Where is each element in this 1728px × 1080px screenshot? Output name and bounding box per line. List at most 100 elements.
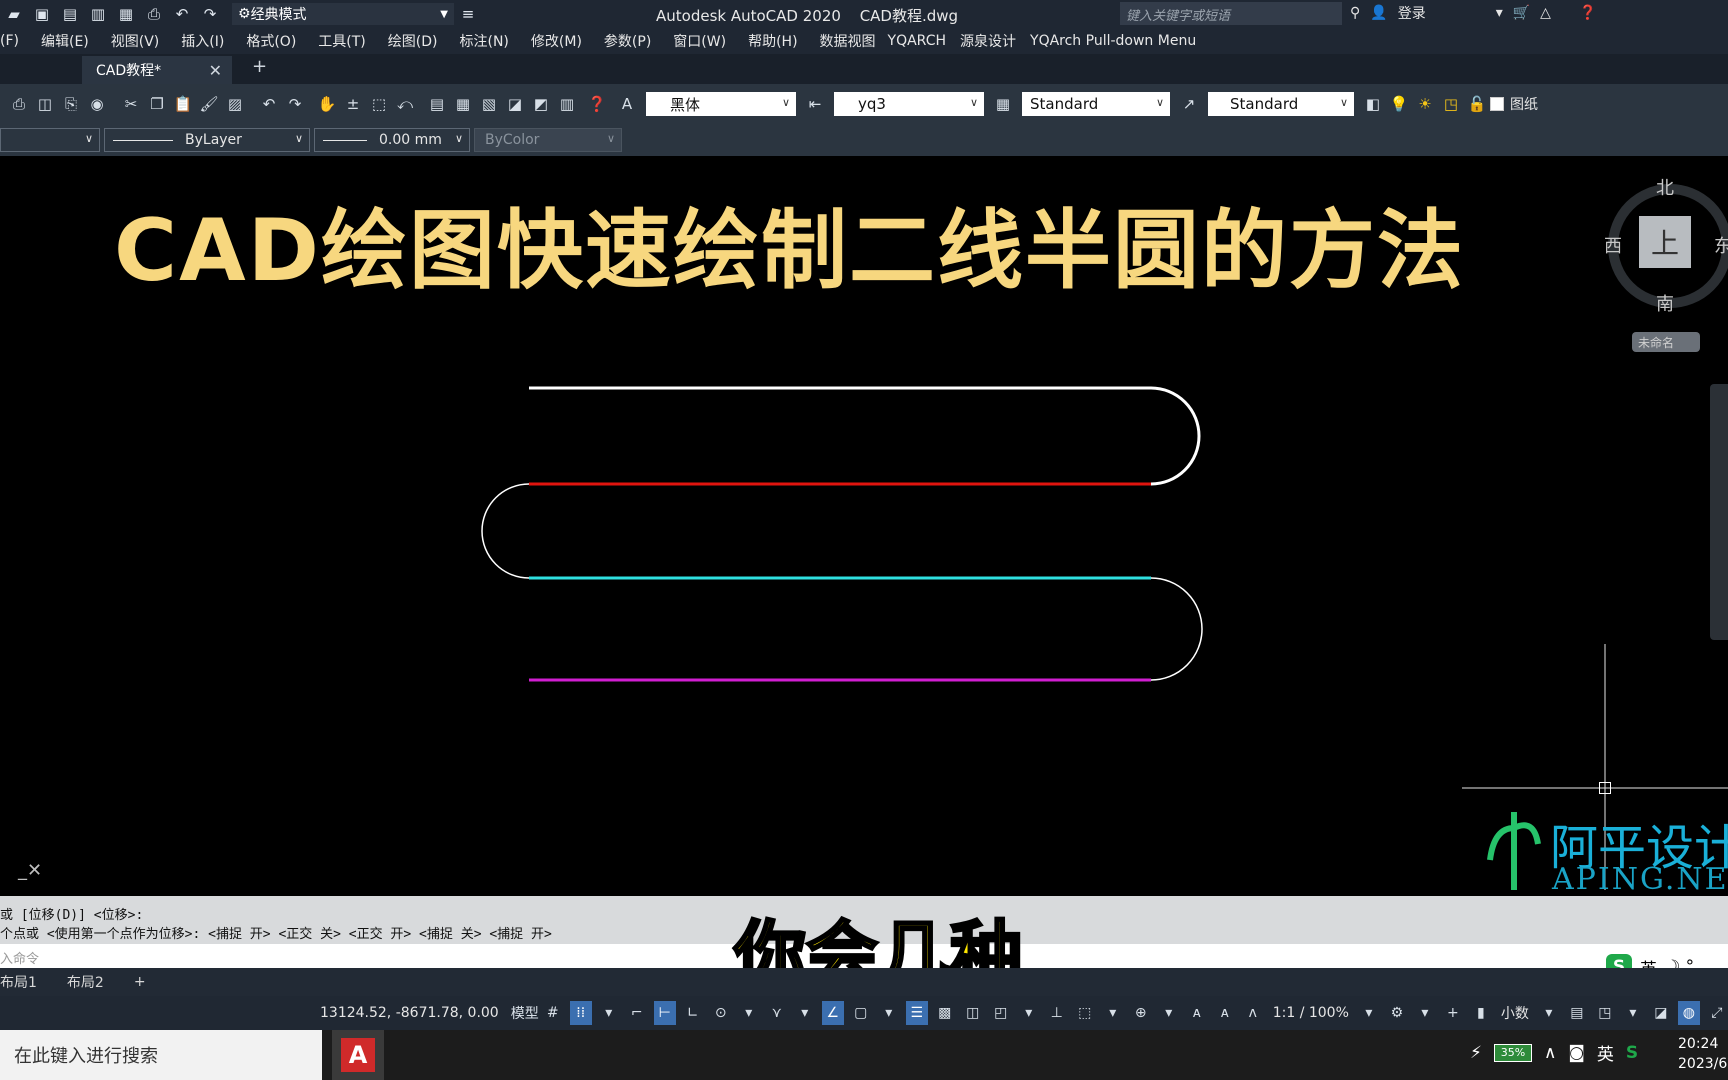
cut-icon[interactable]: ✂ xyxy=(118,91,144,117)
menu-insert[interactable]: 插入(I) xyxy=(181,31,224,51)
chevron-down-icon[interactable]: ▾ xyxy=(1158,1001,1180,1025)
sogou-tray-icon[interactable]: S xyxy=(1626,1043,1638,1063)
transparency-icon[interactable]: ▩ xyxy=(934,1001,956,1025)
multileader-style-icon[interactable]: ↗ xyxy=(1176,91,1202,117)
auto-scale-icon[interactable]: ᴀ xyxy=(1214,1001,1236,1025)
match-properties-icon[interactable]: 🖌 xyxy=(196,91,222,117)
zoom-realtime-icon[interactable]: ± xyxy=(340,91,366,117)
print-icon[interactable]: ⎙ xyxy=(143,3,165,25)
new-tab-button[interactable]: + xyxy=(252,56,267,77)
menu-format[interactable]: 格式(O) xyxy=(246,31,296,51)
isometric-icon[interactable]: ⋎ xyxy=(766,1001,788,1025)
annotation-scale-icon[interactable]: ᴧ xyxy=(1242,1001,1264,1025)
save-as-icon[interactable]: ▤ xyxy=(59,3,81,25)
compass-east[interactable]: 东 xyxy=(1714,232,1728,258)
layer-viewport-icon[interactable]: ◳ xyxy=(1438,91,1464,117)
calculator-icon[interactable]: ▥ xyxy=(554,91,580,117)
markup-icon[interactable]: ◩ xyxy=(528,91,554,117)
dynamic-ucs-icon[interactable]: ⊥ xyxy=(1046,1001,1068,1025)
menu-view[interactable]: 视图(V) xyxy=(111,31,160,51)
layer-freeze-icon[interactable]: ☀ xyxy=(1412,91,1438,117)
compass-south[interactable]: 南 xyxy=(1656,290,1674,316)
taskbar-search[interactable]: 在此键入进行搜索 xyxy=(0,1030,322,1080)
lineweight-select[interactable]: 0.00 mm ∨ xyxy=(314,128,470,152)
menu-file[interactable]: (F) xyxy=(0,33,19,49)
multileader-style-select[interactable]: Standard ∨ xyxy=(1208,92,1354,116)
color-select[interactable]: ∨ xyxy=(0,128,100,152)
open-icon[interactable]: ▰ xyxy=(3,3,25,25)
plot-icon[interactable]: ⎙ xyxy=(6,91,32,117)
sheet-set-icon[interactable]: ◪ xyxy=(502,91,528,117)
gizmo-icon[interactable]: ⊕ xyxy=(1130,1001,1152,1025)
3d-dwf-icon[interactable]: ◉ xyxy=(84,91,110,117)
dimension-style-icon[interactable]: ⇤ xyxy=(802,91,828,117)
ortho-icon[interactable]: ∟ xyxy=(682,1001,704,1025)
annotation-visibility-icon[interactable]: ᴀ xyxy=(1186,1001,1208,1025)
layer-on-icon[interactable]: 💡 xyxy=(1386,91,1412,117)
menu-tools[interactable]: 工具(T) xyxy=(318,31,365,51)
menu-help[interactable]: 帮助(H) xyxy=(748,31,797,51)
chevron-down-icon[interactable]: ▾ xyxy=(878,1001,900,1025)
chevron-down-icon[interactable]: ▾ xyxy=(1496,5,1503,21)
menu-yqarch[interactable]: YQARCH xyxy=(888,33,946,49)
security-icon[interactable]: ◙ xyxy=(1568,1043,1585,1063)
tool-palettes-icon[interactable]: ▧ xyxy=(476,91,502,117)
table-style-select[interactable]: Standard ∨ xyxy=(1022,92,1170,116)
taskbar-autocad[interactable]: A xyxy=(332,1030,384,1080)
design-center-icon[interactable]: ▦ xyxy=(450,91,476,117)
3d-object-snap-icon[interactable]: ◰ xyxy=(990,1001,1012,1025)
menu-yqarch-pulldown[interactable]: YQArch Pull-down Menu xyxy=(1030,33,1196,49)
system-clock[interactable]: 20:24 2023/6 xyxy=(1678,1034,1727,1074)
quick-properties-icon[interactable]: ▤ xyxy=(1566,1001,1588,1025)
cursor-coordinates[interactable]: 13124.52, -8671.78, 0.00 xyxy=(320,1005,499,1021)
add-layout-button[interactable]: + xyxy=(134,974,146,990)
tab-layout1[interactable]: 布局1 xyxy=(0,972,37,992)
snap-icon[interactable]: ⁞⁞ xyxy=(569,1001,592,1025)
chevron-up-icon[interactable]: ∧ xyxy=(1544,1043,1556,1063)
login-button[interactable]: 登录 xyxy=(1398,3,1426,23)
menu-edit[interactable]: 编辑(E) xyxy=(41,31,89,51)
chevron-down-icon[interactable]: ▾ xyxy=(794,1001,816,1025)
isolate-objects-icon[interactable]: ◪ xyxy=(1650,1001,1672,1025)
block-editor-icon[interactable]: ▨ xyxy=(222,91,248,117)
text-style-icon[interactable]: A xyxy=(614,91,640,117)
battery-indicator[interactable]: 35% xyxy=(1493,1043,1532,1062)
object-snap-icon[interactable]: ▢ xyxy=(850,1001,872,1025)
plot-preview-icon[interactable]: ◫ xyxy=(32,91,58,117)
workspace-gear-icon[interactable]: ⚙ xyxy=(1386,1001,1408,1025)
save-icon[interactable]: ▣ xyxy=(31,3,53,25)
dimension-style-select[interactable]: yq3 ∨ xyxy=(834,92,984,116)
undo-icon[interactable]: ↶ xyxy=(256,91,282,117)
layer-lock-icon[interactable]: 🔓 xyxy=(1464,91,1490,117)
clean-screen-icon[interactable]: ⤢ xyxy=(1706,1001,1728,1025)
help-icon[interactable]: ❓ xyxy=(1579,5,1596,21)
cart-icon[interactable]: 🛒 xyxy=(1513,5,1530,21)
zoom-previous-icon[interactable]: ⤺ xyxy=(392,91,418,117)
tray-ime[interactable]: 英 xyxy=(1597,1040,1614,1065)
polar-tracking-icon[interactable]: ⊙ xyxy=(710,1001,732,1025)
help-icon[interactable]: ❓ xyxy=(584,91,610,117)
chevron-down-icon[interactable]: ▾ xyxy=(598,1001,620,1025)
publish-icon[interactable]: ▦ xyxy=(115,3,137,25)
font-select[interactable]: 黑体 ∨ xyxy=(646,92,796,116)
grid-icon[interactable]: # xyxy=(542,1001,564,1025)
selection-cycling-icon[interactable]: ◫ xyxy=(962,1001,984,1025)
redo-icon[interactable]: ↷ xyxy=(199,3,221,25)
linetype-select[interactable]: ByLayer ∨ xyxy=(104,128,310,152)
tab-cad-tutorial[interactable]: CAD教程* ✕ xyxy=(82,56,232,84)
selection-filter-icon[interactable]: ⬚ xyxy=(1074,1001,1096,1025)
viewcube-face-top[interactable]: 上 xyxy=(1639,216,1691,268)
wcs-menu[interactable]: 未命名 xyxy=(1632,332,1700,352)
lock-ui-icon[interactable]: ◳ xyxy=(1594,1001,1616,1025)
chevron-down-icon[interactable]: ▾ xyxy=(1538,1001,1560,1025)
copy-icon[interactable]: ❐ xyxy=(144,91,170,117)
dynamic-input-icon[interactable]: ⊢ xyxy=(653,1001,676,1025)
search-input[interactable]: 键入关键字或短语 xyxy=(1120,2,1342,25)
chevron-down-icon[interactable]: ▾ xyxy=(1358,1001,1380,1025)
close-icon[interactable]: ✕ xyxy=(209,61,222,80)
chevron-down-icon[interactable]: ▾ xyxy=(1414,1001,1436,1025)
chevron-down-icon[interactable]: ▾ xyxy=(1018,1001,1040,1025)
binoculars-icon[interactable]: ⚲ xyxy=(1350,5,1360,21)
menu-yuanquan[interactable]: 源泉设计 xyxy=(960,31,1016,51)
units-icon[interactable]: ▮ xyxy=(1470,1001,1492,1025)
